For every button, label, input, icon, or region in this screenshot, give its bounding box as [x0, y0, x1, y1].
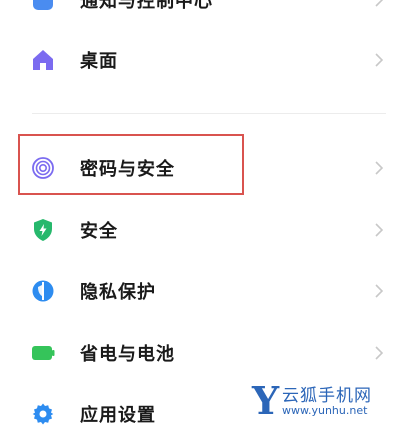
home-icon [33, 50, 53, 70]
watermark-site-name: 云狐手机网 [282, 386, 372, 406]
chevron-right-icon [375, 284, 384, 298]
chevron-right-icon [375, 53, 384, 67]
site-watermark: Y 云狐手机网 www.yunhu.net [252, 378, 392, 426]
notification-icon [33, 0, 53, 10]
settings-item-label: 安全 [80, 221, 118, 242]
settings-item-label: 通知与控制中心 [80, 0, 213, 12]
settings-item-label: 桌面 [80, 51, 118, 72]
settings-item-label: 省电与电池 [80, 344, 175, 365]
gear-icon [32, 403, 54, 425]
watermark-url: www.yunhu.net [282, 404, 368, 417]
chevron-right-icon [375, 0, 384, 7]
settings-item-privacy[interactable]: 隐私保护 [0, 271, 400, 311]
chevron-right-icon [375, 161, 384, 175]
shield-icon [34, 219, 52, 241]
settings-item-label: 应用设置 [80, 405, 156, 426]
chevron-right-icon [375, 223, 384, 237]
watermark-logo-letter: Y [252, 378, 280, 423]
settings-item-desktop[interactable]: 桌面 [0, 40, 400, 80]
settings-item-battery[interactable]: 省电与电池 [0, 333, 400, 373]
section-divider [32, 113, 386, 114]
battery-icon [32, 346, 55, 360]
settings-item-notification-control[interactable]: 通知与控制中心 [0, 0, 400, 20]
settings-item-security[interactable]: 安全 [0, 210, 400, 250]
chevron-right-icon [375, 346, 384, 360]
highlight-box [18, 134, 244, 195]
privacy-icon [32, 280, 54, 302]
settings-item-label: 隐私保护 [80, 282, 156, 303]
